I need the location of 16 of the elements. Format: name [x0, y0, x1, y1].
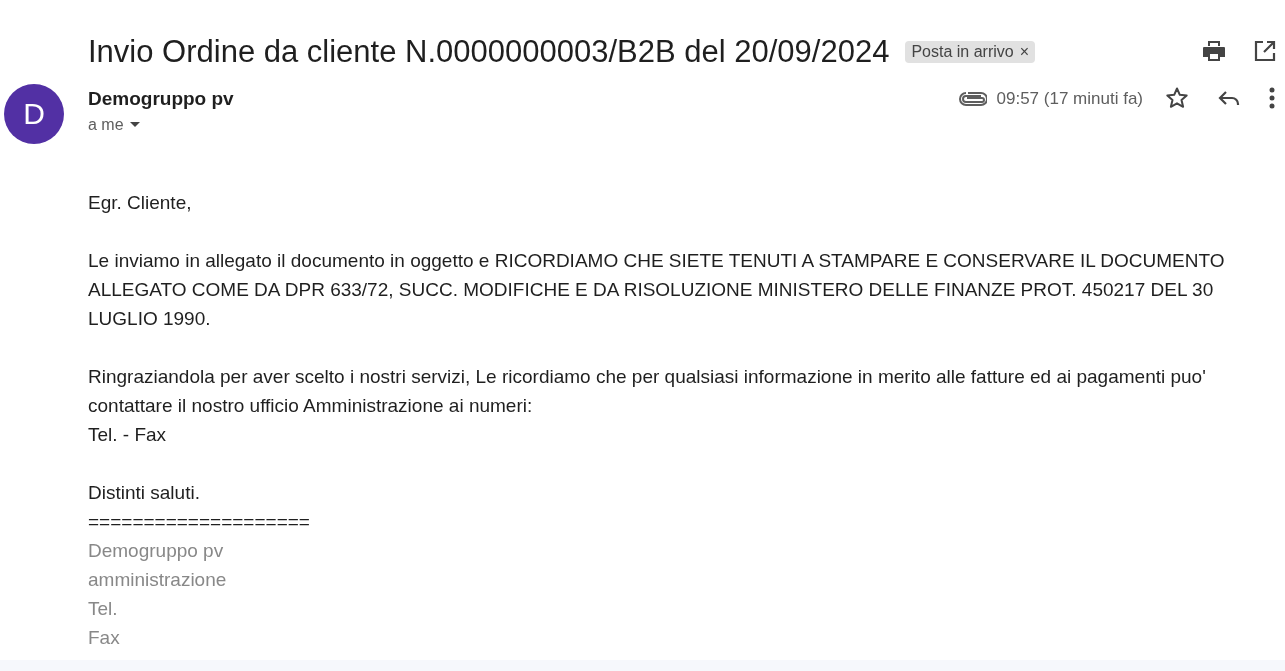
- message-paragraph: Egr. Cliente,: [88, 191, 193, 215]
- email-subject: Invio Ordine da cliente N.0000000003/B2B del 20/09/2024: [88, 34, 890, 70]
- message-paragraph: Distinti saluti. ====================: [88, 481, 311, 534]
- remove-label-button[interactable]: ×: [1019, 43, 1030, 61]
- sender-avatar: D: [4, 84, 64, 144]
- recipient-dropdown[interactable]: a me: [88, 116, 140, 134]
- label-text: Posta in arrivo: [911, 43, 1014, 61]
- signature-line: Tel.: [88, 597, 119, 621]
- signature-line: Fax: [88, 626, 121, 650]
- caret-icon: [129, 122, 140, 128]
- signature-line: Demogruppo pv: [88, 539, 225, 563]
- message-paragraph: Ringraziandola per aver scelto i nostri servizi, Le ricordiamo che per qualsiasi informazione in merito alle fatture ed ai pagamenti puo' contattare il nostro ufficio Amministrazione ai numeri: Tel. - Fax: [88, 365, 1207, 447]
- message-paragraph: Le inviamo in allegato il documento in oggetto e RICORDIAMO CHE SIETE TENUTI A STAMPARE E CONSERVARE IL DOCUMENTO ALLEGATO COME DA DPR 633/72, SUCC. MODIFICHE E DA RISOLUZIONE MINISTERO DELLE FINANZE PROT. 450217 DEL 30 LUGLIO 1990.: [88, 249, 1226, 331]
- sender-name: Demogruppo pv: [88, 88, 234, 110]
- signature-line: amministrazione: [88, 568, 228, 592]
- email-time: 09:57 (17 minuti fa): [996, 89, 1143, 109]
